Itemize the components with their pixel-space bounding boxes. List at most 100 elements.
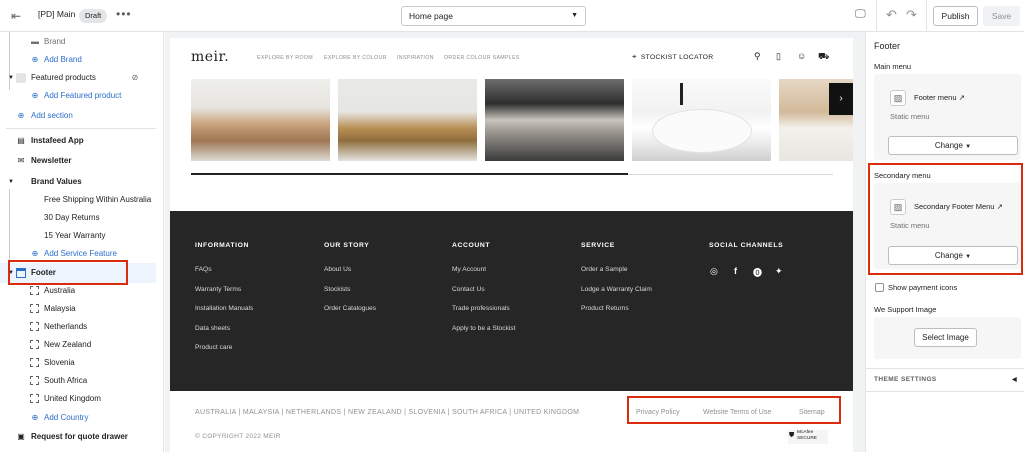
website-terms-link[interactable]: Website Terms of Use: [703, 409, 771, 416]
more-actions-button[interactable]: •••: [116, 7, 132, 21]
select-image-button[interactable]: Select Image: [914, 328, 977, 347]
sidebar-item-30-day-returns[interactable]: 30 Day Returns: [0, 209, 160, 227]
block-icon: [30, 286, 40, 296]
secondary-menu-name[interactable]: Secondary Footer Menu ↗: [914, 202, 1003, 211]
carousel-image[interactable]: [632, 79, 771, 161]
nav-link[interactable]: EXPLORE BY ROOM: [257, 55, 313, 61]
search-icon[interactable]: ⚲: [754, 51, 761, 62]
footer-link[interactable]: My Account: [452, 266, 515, 286]
change-main-menu-button[interactable]: Change ▼: [888, 136, 1018, 155]
footer-link[interactable]: Contact Us: [452, 286, 515, 306]
menu-name-text: Footer menu: [914, 93, 957, 102]
dashed-block-icon: [30, 304, 39, 313]
show-payment-icons-label: Show payment icons: [888, 283, 958, 292]
carousel-image[interactable]: [485, 79, 624, 161]
theme-settings-label: THEME SETTINGS: [874, 376, 937, 383]
catalogue-icon[interactable]: ▯: [776, 51, 781, 62]
change-secondary-menu-button[interactable]: Change ▼: [888, 246, 1018, 265]
sidebar-item-united-kingdom[interactable]: United Kingdom: [0, 390, 160, 408]
mcafee-label: McAfee SECURE: [797, 430, 817, 441]
page-select[interactable]: Home page ▼: [401, 6, 586, 26]
footer-link[interactable]: About Us: [324, 266, 376, 286]
main-menu-card: ▨ Footer menu ↗ Static menu Change ▼: [874, 74, 1021, 160]
footer-link[interactable]: Data sheets: [195, 325, 253, 345]
panel-title: Footer: [874, 41, 901, 51]
add-country-link[interactable]: ⊕ Add Country: [0, 409, 160, 427]
add-brand-link[interactable]: ⊕ Add Brand: [0, 51, 160, 69]
plus-icon: ⊕: [31, 91, 39, 100]
undo-icon[interactable]: ↶: [886, 7, 897, 23]
footer-link[interactable]: Apply to be a Stockist: [452, 325, 515, 345]
main-menu-name[interactable]: Footer menu ↗: [914, 93, 965, 102]
footer-link[interactable]: Installation Manuals: [195, 305, 253, 325]
footer-link[interactable]: Order a Sample: [581, 266, 652, 286]
redo-icon[interactable]: ↷: [906, 7, 917, 23]
footer-link[interactable]: Product Returns: [581, 305, 652, 325]
privacy-policy-link[interactable]: Privacy Policy: [636, 409, 680, 416]
save-button[interactable]: Save: [983, 6, 1020, 26]
twitter-icon[interactable]: ✦: [775, 266, 783, 277]
hidden-eye-icon[interactable]: ⊘: [130, 73, 140, 83]
store-logo[interactable]: meir.: [191, 49, 229, 65]
footer-link[interactable]: Warranty Terms: [195, 286, 253, 306]
nav-link[interactable]: INSPIRATION: [397, 55, 434, 61]
country-links[interactable]: AUSTRALIA | MALAYSIA | NETHERLANDS | NEW…: [195, 409, 579, 416]
dashed-block-icon: [30, 358, 39, 367]
sidebar-item-request-for-quote[interactable]: ▣ Request for quote drawer: [0, 428, 160, 446]
dashed-block-icon: [30, 394, 39, 403]
sidebar-item-brand-values[interactable]: ▼ Brand Values: [0, 173, 160, 191]
footer-column-account: ACCOUNT My Account Contact Us Trade prof…: [452, 242, 515, 344]
sidebar-item-instafeed-app[interactable]: ▤ Instafeed App: [0, 132, 160, 150]
pinterest-icon[interactable]: ⓿: [753, 266, 762, 279]
cart-icon[interactable]: ⛟: [818, 51, 829, 63]
sidebar-item-15-year-warranty[interactable]: 15 Year Warranty: [0, 227, 160, 245]
carousel-progress: [191, 173, 833, 175]
secondary-menu-label: Secondary menu: [874, 171, 931, 180]
nav-link[interactable]: ORDER COLOUR SAMPLES: [444, 55, 520, 61]
footer-link[interactable]: Trade professionals: [452, 305, 515, 325]
carousel-image[interactable]: [338, 79, 477, 161]
sidebar-item-newsletter[interactable]: ✉ Newsletter: [0, 152, 160, 170]
carousel-image[interactable]: [191, 79, 330, 161]
add-section-link[interactable]: ⊕ Add section: [0, 107, 160, 125]
exit-icon[interactable]: ⇤: [8, 8, 24, 24]
footer-link[interactable]: Stockists: [324, 286, 376, 306]
instagram-icon[interactable]: ◎: [710, 266, 718, 277]
add-service-feature-link[interactable]: ⊕ Add Service Feature: [0, 245, 160, 263]
stockist-locator-link[interactable]: ⌖ STOCKIST LOCATOR: [632, 52, 713, 62]
add-featured-product-link[interactable]: ⊕ Add Featured product: [0, 87, 160, 105]
footer-link[interactable]: Product care: [195, 344, 253, 364]
account-icon[interactable]: ☺: [797, 51, 806, 61]
drawer-icon: ▣: [17, 432, 25, 441]
menu-type: Static menu: [890, 112, 930, 121]
sidebar-item-free-shipping[interactable]: Free Shipping Within Australia: [0, 191, 160, 209]
footer-link[interactable]: Order Catalogues: [324, 305, 376, 325]
sitemap-link[interactable]: Sitemap: [799, 409, 825, 416]
nav-link[interactable]: EXPLORE BY COLOUR: [324, 55, 387, 61]
show-payment-icons-checkbox[interactable]: [875, 283, 884, 292]
carousel-next-button[interactable]: ›: [829, 83, 853, 115]
sidebar-item-new-zealand[interactable]: New Zealand: [0, 336, 160, 354]
footer-column-service: SERVICE Order a Sample Lodge a Warranty …: [581, 242, 652, 325]
sidebar-item-slovenia[interactable]: Slovenia: [0, 354, 160, 372]
sidebar-item-netherlands[interactable]: Netherlands: [0, 318, 160, 336]
sidebar-item-australia[interactable]: Australia: [0, 282, 160, 300]
stockist-label: STOCKIST LOCATOR: [640, 54, 714, 61]
sidebar-item-south-africa[interactable]: South Africa: [0, 372, 160, 390]
facebook-icon[interactable]: f: [734, 266, 737, 276]
image-icon: ▨: [890, 90, 906, 106]
publish-button[interactable]: Publish: [933, 6, 978, 26]
desktop-preview-icon[interactable]: 🖵: [855, 8, 866, 21]
secondary-menu-card: ▨ Secondary Footer Menu ↗ Static menu Ch…: [874, 183, 1021, 269]
sidebar-item-featured-products[interactable]: ▼ Featured products ⊘: [0, 69, 160, 87]
dashed-block-icon: [30, 286, 39, 295]
sidebar-item-footer[interactable]: ▼ Footer: [0, 263, 156, 283]
status-badge: Draft: [79, 9, 108, 23]
footer-link[interactable]: FAQs: [195, 266, 253, 286]
main-menu-picker[interactable]: ▨ Footer menu ↗: [882, 84, 1018, 112]
sidebar-item-malaysia[interactable]: Malaysia: [0, 300, 160, 318]
sidebar-item-brand[interactable]: ▬ Brand: [0, 33, 160, 51]
theme-settings-toggle[interactable]: THEME SETTINGS ◀: [866, 368, 1024, 392]
secondary-menu-picker[interactable]: ▨ Secondary Footer Menu ↗: [882, 193, 1018, 221]
footer-link[interactable]: Lodge a Warranty Claim: [581, 286, 652, 306]
